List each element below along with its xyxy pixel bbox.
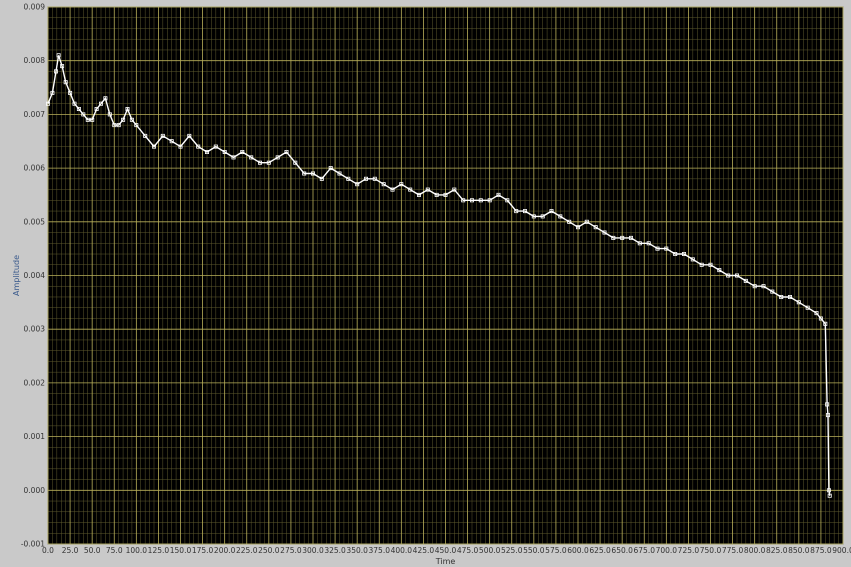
y-tick-label: 0.009 (24, 3, 46, 12)
x-tick-label: 125.0 (148, 546, 170, 555)
x-tick-label: 650.0 (611, 546, 633, 555)
y-tick-label: 0.005 (24, 217, 46, 226)
chart-svg: 0.0 25.0 50.0 75.0 100.0 125.0 150.0 175.0 200.0… (12, 3, 851, 567)
x-tick-label: 850.0 (788, 546, 810, 555)
y-tick-label: 0.001 (24, 432, 46, 441)
x-tick-label: 350.0 (346, 546, 368, 555)
x-tick-label: 75.0 (106, 546, 123, 555)
x-tick-label: 175.0 (192, 546, 214, 555)
x-tick-label: 400.0 (391, 546, 413, 555)
x-tick-label: 725.0 (678, 546, 700, 555)
x-tick-label: 825.0 (766, 546, 788, 555)
x-tick-label: 325.0 (324, 546, 346, 555)
x-tick-labels: 0.0 25.0 50.0 75.0 100.0 125.0 150.0 175.0 200.0… (42, 546, 851, 555)
y-tick-label: 0.000 (24, 486, 46, 495)
x-tick-label: 450.0 (435, 546, 457, 555)
x-tick-label: 625.0 (589, 546, 611, 555)
x-tick-label: 550.0 (523, 546, 545, 555)
x-tick-label: 25.0 (62, 546, 79, 555)
x-tick-label: 150.0 (170, 546, 192, 555)
x-tick-label: 775.0 (722, 546, 744, 555)
y-tick-label: 0.003 (24, 325, 46, 334)
x-tick-label: 800.0 (744, 546, 766, 555)
y-tick-label: 0.007 (24, 110, 46, 119)
x-tick-label: 675.0 (634, 546, 656, 555)
x-axis-title: Time (435, 557, 456, 566)
x-tick-label: 50.0 (84, 546, 101, 555)
x-tick-label: 250.0 (258, 546, 280, 555)
y-tick-label: 0.008 (24, 56, 46, 65)
x-tick-label: 425.0 (413, 546, 435, 555)
y-tick-label: -0.001 (21, 540, 45, 549)
x-tick-label: 750.0 (700, 546, 722, 555)
y-tick-label: 0.002 (24, 378, 46, 387)
x-tick-label: 525.0 (501, 546, 523, 555)
x-tick-label: 275.0 (280, 546, 302, 555)
x-tick-label: 600.0 (567, 546, 589, 555)
x-tick-label: 375.0 (369, 546, 391, 555)
x-tick-label: 900.0 (832, 546, 851, 555)
y-tick-label: 0.006 (24, 164, 46, 173)
x-tick-label: 225.0 (236, 546, 258, 555)
x-tick-label: 700.0 (656, 546, 678, 555)
x-tick-label: 500.0 (479, 546, 501, 555)
y-tick-label: 0.004 (24, 271, 46, 280)
chart-frame: 0.0 25.0 50.0 75.0 100.0 125.0 150.0 175.0 200.0… (0, 0, 851, 567)
x-tick-label: 875.0 (810, 546, 832, 555)
x-tick-label: 200.0 (214, 546, 236, 555)
x-tick-label: 475.0 (457, 546, 479, 555)
x-tick-label: 100.0 (126, 546, 148, 555)
x-tick-label: 575.0 (545, 546, 567, 555)
x-tick-label: 300.0 (302, 546, 324, 555)
y-axis-title: Amplitude (12, 255, 21, 296)
y-tick-labels: -0.001 0.000 0.001 0.002 0.003 0.004 0.005 0.00… (21, 3, 45, 549)
